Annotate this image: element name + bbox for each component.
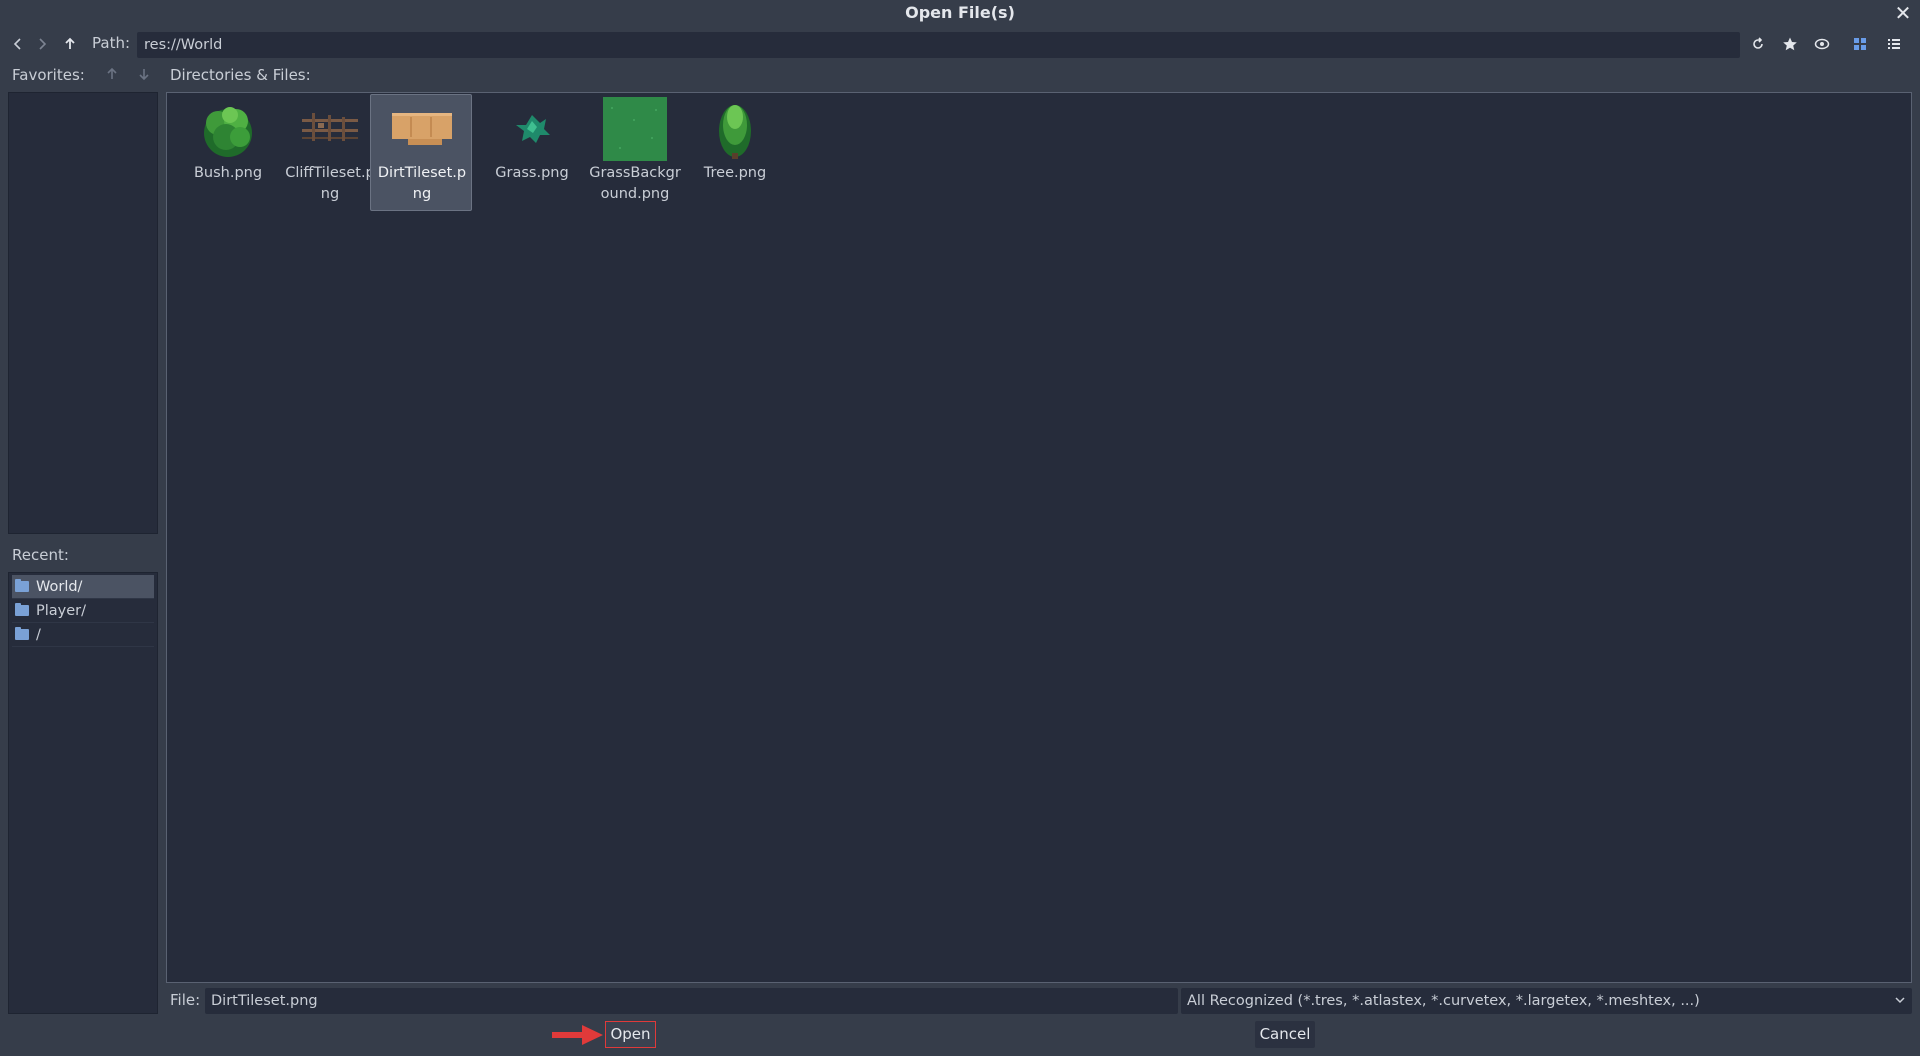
- favorite-move-up-button[interactable]: [100, 62, 124, 86]
- recent-item-player[interactable]: Player/: [12, 599, 154, 623]
- arrow-up-icon: [107, 67, 117, 79]
- parent-directory-button[interactable]: [58, 32, 82, 56]
- favorite-toggle-button[interactable]: [1778, 32, 1802, 56]
- recent-item-label: /: [36, 627, 41, 643]
- cliff-tileset-thumbnail: [302, 113, 358, 141]
- file-name: Grass.png: [495, 165, 569, 181]
- eye-icon: [1814, 38, 1830, 50]
- file-name: CliffTileset.png: [285, 165, 375, 202]
- files-grid: Bush.png CliffTileset.png DirtTileset.pn…: [166, 92, 1912, 983]
- arrow-down-icon: [139, 69, 149, 81]
- reload-icon: [1753, 37, 1763, 49]
- back-button[interactable]: [6, 32, 30, 56]
- grid-view-icon: [1854, 38, 1866, 50]
- favorites-label: Favorites:: [12, 66, 85, 84]
- title-bar: Open File(s) ✕: [0, 0, 1920, 28]
- recent-label: Recent:: [12, 546, 69, 564]
- file-name: GrassBackground.png: [589, 165, 681, 202]
- chevron-down-icon: [1894, 988, 1906, 1023]
- recent-item-label: World/: [36, 579, 83, 595]
- forward-button[interactable]: [30, 32, 54, 56]
- grass-thumbnail: [516, 115, 550, 143]
- file-item-grass[interactable]: Grass.png: [481, 95, 583, 211]
- folder-icon: [15, 627, 29, 640]
- dialog-title: Open File(s): [905, 3, 1015, 22]
- grass-background-thumbnail: [603, 97, 667, 161]
- file-name: Tree.png: [703, 165, 767, 181]
- file-filter-select[interactable]: All Recognized (*.tres, *.atlastex, *.cu…: [1181, 988, 1912, 1014]
- path-label: Path:: [92, 34, 131, 52]
- file-name-input[interactable]: DirtTileset.png: [205, 988, 1178, 1014]
- tree-thumbnail: [719, 105, 751, 159]
- close-button[interactable]: ✕: [1892, 1, 1914, 25]
- folder-icon: [15, 579, 29, 592]
- favorites-list[interactable]: [8, 92, 158, 534]
- recent-list: World/ Player/ /: [8, 572, 158, 1014]
- file-name: DirtTileset.png: [377, 165, 467, 202]
- dirt-tileset-thumbnail: [392, 113, 452, 145]
- file-item-bush[interactable]: Bush.png: [177, 95, 279, 211]
- file-item-cliff-tileset[interactable]: CliffTileset.png: [279, 95, 381, 211]
- star-icon: [1783, 37, 1797, 51]
- favorite-move-down-button[interactable]: [132, 62, 156, 86]
- chevron-left-icon: [13, 38, 21, 50]
- toggle-hidden-button[interactable]: [1810, 32, 1834, 56]
- recent-item-world[interactable]: World/: [12, 575, 154, 599]
- file-item-grass-background[interactable]: GrassBackground.png: [584, 95, 686, 211]
- cancel-button[interactable]: Cancel: [1255, 1021, 1315, 1048]
- folder-icon: [15, 603, 29, 616]
- red-arrow-annotation-icon: [552, 1025, 603, 1045]
- path-input[interactable]: res://World: [137, 32, 1740, 58]
- refresh-button[interactable]: [1746, 32, 1770, 56]
- recent-item-root[interactable]: /: [12, 623, 154, 647]
- directories-files-label: Directories & Files:: [170, 66, 311, 84]
- arrow-up-icon: [65, 37, 75, 49]
- file-item-dirt-tileset[interactable]: DirtTileset.png: [370, 94, 472, 211]
- bush-thumbnail: [204, 107, 252, 157]
- file-label: File:: [170, 991, 201, 1009]
- file-filter-value: All Recognized (*.tres, *.atlastex, *.cu…: [1187, 993, 1700, 1009]
- list-view-button[interactable]: [1882, 32, 1906, 56]
- grid-view-button[interactable]: [1848, 32, 1872, 56]
- file-item-tree[interactable]: Tree.png: [684, 95, 786, 211]
- chevron-right-icon: [39, 38, 47, 50]
- open-button[interactable]: Open: [605, 1021, 656, 1048]
- recent-item-label: Player/: [36, 603, 87, 619]
- list-view-icon: [1888, 39, 1900, 49]
- file-name: Bush.png: [193, 165, 263, 181]
